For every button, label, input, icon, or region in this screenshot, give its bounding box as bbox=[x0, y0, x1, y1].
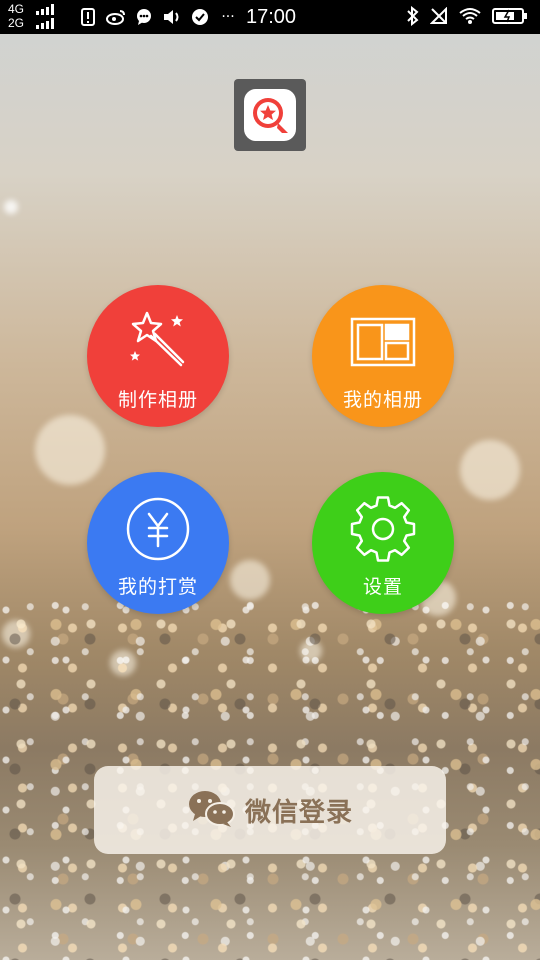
my-albums-button[interactable]: 我的相册 bbox=[312, 285, 454, 427]
album-layout-icon bbox=[348, 307, 418, 377]
star-magnifier-icon bbox=[244, 89, 296, 141]
more-notifications: ··· bbox=[221, 9, 235, 25]
settings-button[interactable]: 设置 bbox=[312, 472, 454, 614]
network-type-bottom: 2G bbox=[8, 16, 25, 30]
volume-icon bbox=[162, 7, 182, 27]
chat-icon bbox=[134, 7, 154, 27]
battery-icon bbox=[492, 7, 528, 29]
status-bar: 4G 2G ··· 17:00 bbox=[0, 0, 540, 34]
gear-icon bbox=[348, 494, 418, 564]
wechat-icon bbox=[187, 788, 237, 832]
yuan-coin-icon bbox=[123, 494, 193, 564]
settings-label: 设置 bbox=[362, 576, 403, 598]
my-albums-label: 我的相册 bbox=[342, 389, 423, 411]
wifi-icon bbox=[458, 7, 482, 29]
system-icons bbox=[406, 5, 528, 30]
wechat-login-button[interactable]: 微信登录 bbox=[94, 766, 446, 854]
my-rewards-label: 我的打赏 bbox=[117, 576, 198, 598]
notification-icons: ··· bbox=[78, 7, 238, 27]
network-type-top: 4G bbox=[8, 2, 25, 16]
bluetooth-icon bbox=[406, 5, 420, 30]
magic-wand-icon bbox=[123, 307, 193, 377]
app-logo bbox=[234, 79, 306, 151]
my-rewards-button[interactable]: 我的打赏 bbox=[87, 472, 229, 614]
wechat-login-label: 微信登录 bbox=[244, 797, 353, 828]
check-circle-icon bbox=[190, 7, 210, 27]
network-type: 4G 2G bbox=[8, 2, 24, 30]
weibo-icon bbox=[106, 7, 126, 27]
make-album-label: 制作相册 bbox=[117, 389, 198, 411]
alert-icon bbox=[78, 7, 98, 27]
make-album-button[interactable]: 制作相册 bbox=[87, 285, 229, 427]
signal-bars-icon bbox=[36, 4, 54, 29]
no-signal-icon bbox=[429, 6, 448, 29]
clock: 17:00 bbox=[246, 6, 297, 28]
